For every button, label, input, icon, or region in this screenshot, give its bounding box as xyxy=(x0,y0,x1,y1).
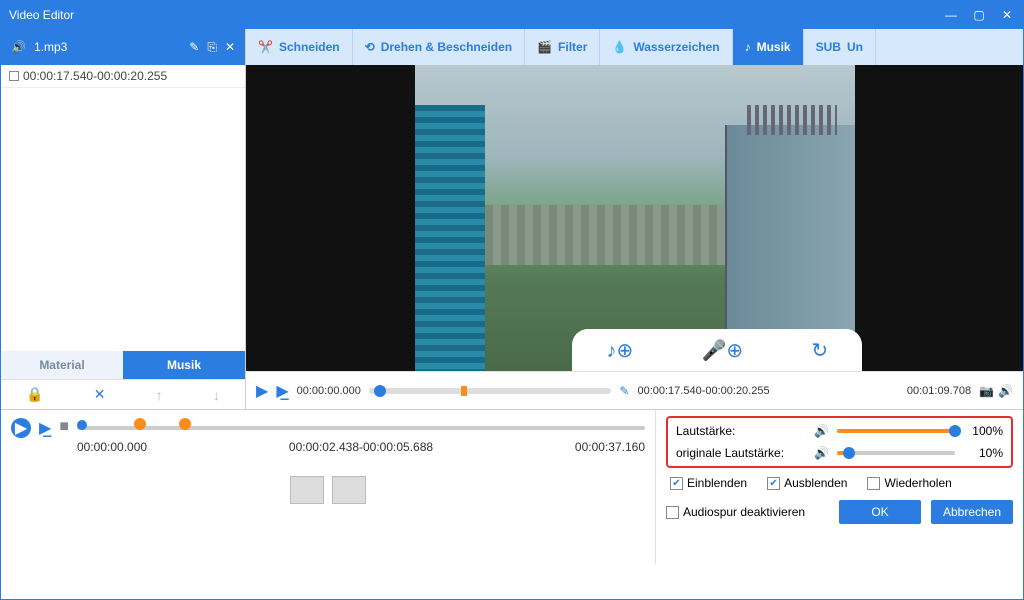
refresh-icon[interactable]: ↻ xyxy=(811,338,828,363)
slot-2[interactable] xyxy=(332,476,366,504)
timeline-scrubber[interactable]: 00:00:00.000 00:00:02.438-00:00:05.688 0… xyxy=(77,418,645,458)
file-name: 1.mp3 xyxy=(34,40,181,54)
slot-1[interactable] xyxy=(290,476,324,504)
preview-scrubber[interactable] xyxy=(369,388,612,394)
rotate-icon: ⟲ xyxy=(365,40,375,54)
pencil-icon: ✎ xyxy=(619,384,629,398)
mute-checkbox[interactable]: Audiospur deaktivieren xyxy=(666,505,805,519)
cancel-button[interactable]: Abbrechen xyxy=(931,500,1013,524)
file-header: 🔊 1.mp3 ✎ ⎘ ✕ xyxy=(1,29,245,65)
time-selection: 00:00:17.540-00:00:20.255 xyxy=(637,385,769,397)
scissors-icon: ✂️ xyxy=(258,40,273,54)
music-icon: ♪ xyxy=(745,40,751,54)
tool-rotate[interactable]: ⟲Drehen & Beschneiden xyxy=(353,29,525,65)
volume-label: Lautstärke: xyxy=(676,424,806,438)
orig-volume-value: 10% xyxy=(963,446,1003,460)
play-icon[interactable]: ▶ xyxy=(256,381,268,401)
preview-trackbar: ▶ ▶̲ 00:00:00.000 ✎ 00:00:17.540-00:00:2… xyxy=(246,371,1023,409)
timeline-t1: 00:00:02.438-00:00:05.688 xyxy=(289,440,433,454)
volume-slider[interactable] xyxy=(837,429,955,433)
down-icon[interactable]: ↓ xyxy=(213,387,220,403)
volume-value: 100% xyxy=(963,424,1003,438)
timeline-t0: 00:00:00.000 xyxy=(77,440,147,454)
close-icon[interactable]: ✕ xyxy=(999,8,1015,22)
preview-actions: ♪⊕ 🎤⊕ ↻ xyxy=(572,329,862,371)
add-voice-icon[interactable]: 🎤⊕ xyxy=(701,338,743,363)
fadeout-checkbox[interactable]: ✔Ausblenden xyxy=(767,476,847,490)
up-icon[interactable]: ↑ xyxy=(156,387,163,403)
main-toolbar: ✂️Schneiden ⟲Drehen & Beschneiden 🎬Filte… xyxy=(246,29,1023,65)
clip-item[interactable]: 00:00:17.540-00:00:20.255 xyxy=(1,65,245,88)
volume-icon[interactable]: 🔊 xyxy=(998,384,1013,398)
camera-icon[interactable]: 📷 xyxy=(979,384,994,398)
time-start: 00:00:00.000 xyxy=(297,385,361,397)
minimize-icon[interactable]: — xyxy=(943,8,959,22)
titlebar: Video Editor — ▢ ✕ xyxy=(1,1,1023,29)
orig-volume-slider[interactable] xyxy=(837,451,955,455)
speaker-icon-2[interactable]: 🔊 xyxy=(814,424,829,438)
remove-icon[interactable]: ✕ xyxy=(225,40,235,54)
subtitle-icon: SUB xyxy=(816,40,841,54)
video-frame xyxy=(415,65,855,371)
tab-musik[interactable]: Musik xyxy=(123,351,245,379)
timeline-stop-icon[interactable]: ■ xyxy=(59,418,69,436)
play-export-icon[interactable]: ▶̲ xyxy=(276,381,288,401)
orig-volume-label: originale Lautstärke: xyxy=(676,446,806,460)
tool-filter[interactable]: 🎬Filter xyxy=(525,29,600,65)
maximize-icon[interactable]: ▢ xyxy=(971,8,987,22)
time-end: 00:01:09.708 xyxy=(907,385,971,397)
watermark-icon: 💧 xyxy=(612,40,627,54)
timeline-play-icon[interactable]: ▶ xyxy=(11,418,31,438)
speaker-icon-3[interactable]: 🔊 xyxy=(814,446,829,460)
filter-icon: 🎬 xyxy=(537,40,552,54)
lock-icon[interactable]: 🔒 xyxy=(26,386,43,403)
app-title: Video Editor xyxy=(9,8,74,22)
clip-thumb-icon xyxy=(9,71,19,81)
repeat-checkbox[interactable]: Wiederholen xyxy=(867,476,951,490)
copy-icon[interactable]: ⎘ xyxy=(207,40,217,55)
timeline-export-icon[interactable]: ▶̲ xyxy=(39,418,51,438)
sidebar-tabs: Material Musik xyxy=(1,351,245,379)
sidebar: 🔊 1.mp3 ✎ ⎘ ✕ 00:00:17.540-00:00:20.255 … xyxy=(1,29,246,409)
timeline-t2: 00:00:37.160 xyxy=(575,440,645,454)
volume-panel: Lautstärke: 🔊 100% originale Lautstärke:… xyxy=(666,416,1013,468)
delete-icon[interactable]: ✕ xyxy=(94,386,106,403)
tool-cut[interactable]: ✂️Schneiden xyxy=(246,29,353,65)
tab-material[interactable]: Material xyxy=(1,351,123,379)
clip-range: 00:00:17.540-00:00:20.255 xyxy=(23,69,167,83)
speaker-icon: 🔊 xyxy=(11,40,26,54)
tool-subtitle[interactable]: SUBUn xyxy=(804,29,876,65)
ok-button[interactable]: OK xyxy=(839,500,921,524)
fadein-checkbox[interactable]: ✔Einblenden xyxy=(670,476,747,490)
add-music-icon[interactable]: ♪⊕ xyxy=(606,338,633,363)
video-preview: ♪⊕ 🎤⊕ ↻ xyxy=(246,65,1023,371)
edit-icon[interactable]: ✎ xyxy=(189,40,199,54)
tool-watermark[interactable]: 💧Wasserzeichen xyxy=(600,29,732,65)
tool-music[interactable]: ♪Musik xyxy=(733,29,804,65)
